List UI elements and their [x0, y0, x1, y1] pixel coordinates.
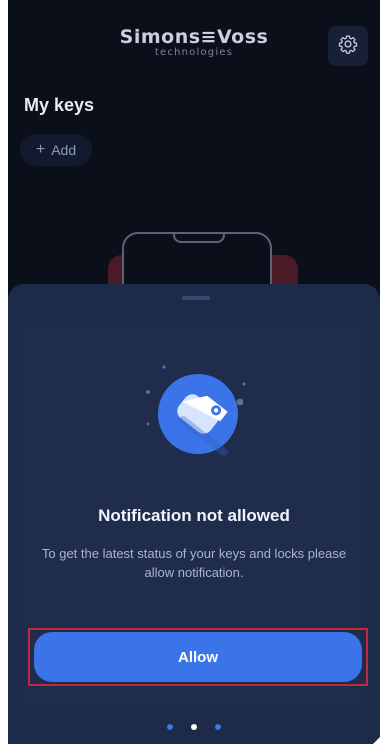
- phone-notch: [173, 234, 225, 243]
- settings-button[interactable]: [328, 26, 368, 66]
- key-tag-icon: [128, 334, 268, 474]
- sheet-drag-handle[interactable]: [182, 296, 210, 300]
- dialog-message: To get the latest status of your keys an…: [41, 546, 347, 580]
- add-key-label: Add: [51, 142, 77, 158]
- gear-icon: [338, 34, 358, 59]
- page-dot[interactable]: [215, 724, 221, 730]
- dialog-title: Notification not allowed: [98, 506, 290, 525]
- page-dot-active[interactable]: [191, 724, 197, 730]
- app-screen: Simons≡Voss technologies My keys + Add N…: [8, 0, 380, 744]
- brand-name: Simons≡Voss: [119, 26, 269, 48]
- page-dot[interactable]: [167, 724, 173, 730]
- resize-corner-icon: [370, 734, 380, 744]
- header: Simons≡Voss technologies: [8, 0, 380, 80]
- notification-permission-sheet: Notification not allowed To get the late…: [8, 284, 380, 744]
- page-indicator: [8, 724, 380, 730]
- brand-subtitle: technologies: [154, 47, 234, 58]
- allow-button[interactable]: Allow: [34, 632, 362, 682]
- section-title-my-keys: My keys: [24, 95, 95, 115]
- brand-logo: Simons≡Voss technologies: [8, 26, 380, 59]
- plus-icon: +: [35, 141, 46, 158]
- add-key-button[interactable]: + Add: [20, 134, 92, 166]
